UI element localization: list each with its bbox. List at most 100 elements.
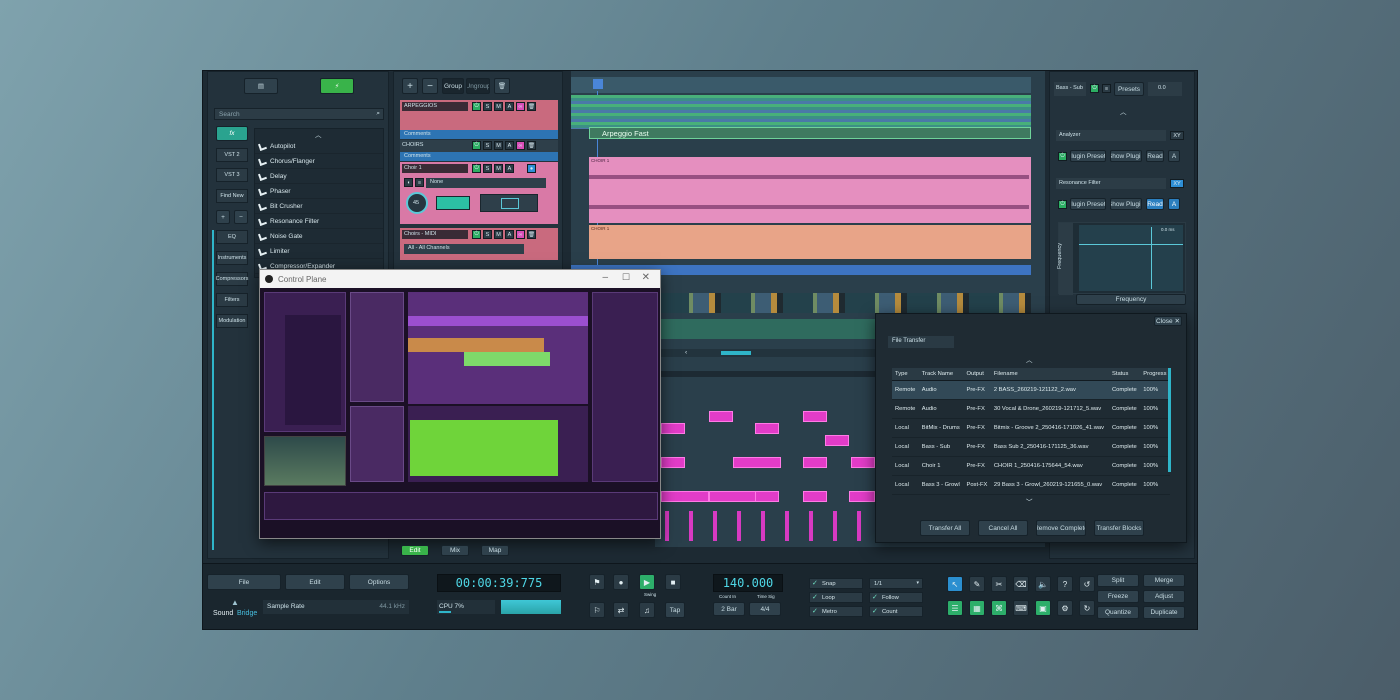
midi-note[interactable] [755, 491, 779, 502]
close-button[interactable]: Close ✕ [1154, 316, 1182, 326]
add-icon[interactable]: + [216, 210, 230, 224]
record-icon[interactable]: ● [613, 574, 629, 590]
menu-edit[interactable]: Edit [285, 574, 345, 590]
group-button[interactable]: Group [442, 78, 464, 94]
velocity-bar[interactable] [665, 511, 669, 541]
volume-knob[interactable]: 45 [406, 192, 428, 214]
power-icon[interactable]: ⏻ [1058, 152, 1067, 161]
remove-complete-button[interactable]: Remove Complete [1036, 520, 1086, 536]
delete-track-icon[interactable]: 🗑 [494, 78, 510, 94]
solo-button[interactable]: S [483, 141, 492, 150]
control-plane-titlebar[interactable]: Control Plane – ☐ ✕ [260, 270, 660, 288]
solo-button[interactable]: S [483, 230, 492, 239]
help-icon[interactable]: ? [1057, 576, 1073, 592]
mute-button[interactable]: M [494, 102, 503, 111]
midi-note[interactable] [709, 411, 733, 422]
plugin-presets-button[interactable]: Plugin Presets [1070, 150, 1106, 162]
read-button[interactable]: Read [1146, 198, 1164, 210]
side-eq[interactable]: EQ [216, 230, 248, 244]
speaker-icon[interactable]: 🔈 [1035, 576, 1051, 592]
mute-button[interactable]: M [494, 164, 503, 173]
follow-toggle[interactable]: Follow [869, 592, 923, 603]
col-filename[interactable]: Filename [990, 368, 1109, 381]
tap-button[interactable]: Tap [665, 602, 685, 618]
power-icon[interactable]: ⏻ [472, 141, 481, 150]
effect-item[interactable]: Autopilot [255, 139, 383, 154]
pencil-tool-icon[interactable]: ✎ [969, 576, 985, 592]
track-choir-1[interactable]: Choir 1 ⏻ S M A ● ◖ ≡ None 45 [400, 162, 558, 224]
undo-icon[interactable]: ↺ [1079, 576, 1095, 592]
velocity-bar[interactable] [761, 511, 765, 541]
track-choirs-midi[interactable]: Choirs - MIDI ⏻ S M A ∞ 🗑 All - All Chan… [400, 228, 558, 260]
add-track-button[interactable]: + [402, 78, 418, 94]
read-button[interactable]: Read [1146, 150, 1164, 162]
record-arm-icon[interactable]: ● [527, 164, 536, 173]
grid-view-icon[interactable]: ▦ [969, 600, 985, 616]
mute-button[interactable]: M [494, 230, 503, 239]
xy-handle[interactable] [1151, 227, 1152, 289]
chevron-up-icon[interactable]: ︿ [315, 129, 322, 139]
effect-item[interactable]: Phaser [255, 184, 383, 199]
col-status[interactable]: Status [1108, 368, 1141, 381]
table-row[interactable]: Local BitMix - Drums Pre-FX Bitmix - Groove… [892, 418, 1170, 438]
automation-button[interactable]: A [505, 164, 514, 173]
chevron-down-icon[interactable]: ﹀ [1026, 496, 1033, 506]
effect-item[interactable]: Bit Crusher [255, 199, 383, 214]
velocity-bar[interactable] [713, 511, 717, 541]
solo-button[interactable]: S [483, 102, 492, 111]
xy-button[interactable]: XY [1170, 179, 1184, 188]
midi-note[interactable] [755, 423, 779, 434]
menu-options[interactable]: Options [349, 574, 409, 590]
list-view-icon[interactable]: ☰ [947, 600, 963, 616]
sample-rate-field[interactable]: Sample Rate 44.1 kHz [263, 600, 409, 614]
node-view-icon[interactable]: ⌘ [991, 600, 1007, 616]
split-button[interactable]: Split [1097, 574, 1139, 587]
col-progress[interactable]: Progress [1140, 368, 1170, 381]
table-row[interactable]: Local Choir 1 Pre-FX CHOIR 1_250416-175644_… [892, 456, 1170, 476]
metro-toggle[interactable]: Metro [809, 606, 863, 617]
table-row[interactable]: Remote Audio Pre-FX 2 BASS_260219-121122_2.… [892, 380, 1170, 400]
track-name[interactable]: ARPEGGIOS [404, 103, 437, 109]
maximize-icon[interactable]: ☐ [622, 272, 630, 283]
track-select[interactable]: Bass - Sub [1054, 82, 1086, 96]
xy-pad[interactable]: Frequency 0.0 ms [1057, 222, 1186, 295]
keyboard-icon[interactable]: ⌨ [1013, 600, 1029, 616]
effect-item[interactable]: Noise Gate [255, 229, 383, 244]
count-toggle[interactable]: Count [869, 606, 923, 617]
track-name[interactable]: Choirs - MIDI [404, 231, 436, 237]
automation-button[interactable]: A [1168, 150, 1180, 162]
fx-tab[interactable]: fx [216, 126, 248, 141]
power-icon[interactable]: ⏻ [472, 164, 481, 173]
effect-item[interactable]: Chorus/Flanger [255, 154, 383, 169]
automation-button[interactable]: A [505, 230, 514, 239]
time-sig-select[interactable]: 4/4 [749, 602, 781, 616]
remove-icon[interactable]: − [234, 210, 248, 224]
chevron-left-icon[interactable]: ‹ [685, 349, 687, 356]
transfer-blocks-button[interactable]: Transfer Blocks [1094, 520, 1144, 536]
power-icon[interactable]: ⏻ [1090, 84, 1099, 93]
velocity-bar[interactable] [785, 511, 789, 541]
automation-button[interactable]: A [1168, 198, 1180, 210]
input-icon[interactable]: ◖ [404, 178, 413, 187]
tab-map[interactable]: Map [481, 545, 509, 556]
effect-item[interactable]: Limiter [255, 244, 383, 259]
chevron-up-icon[interactable]: ︿ [1120, 106, 1127, 116]
track-name[interactable]: CHOIRS [402, 142, 423, 148]
xy-button[interactable]: XY [1170, 131, 1184, 140]
midi-note[interactable] [733, 457, 781, 468]
side-vst2[interactable]: VST 2 [216, 148, 248, 162]
velocity-bar[interactable] [809, 511, 813, 541]
loop-toggle[interactable]: Loop [809, 592, 863, 603]
volume-readout[interactable]: 0.0 [1148, 82, 1182, 96]
delete-icon[interactable]: 🗑 [527, 102, 536, 111]
file-transfer-tab[interactable]: File Transfer [888, 336, 954, 348]
plugin-button[interactable]: ⚡ [320, 78, 354, 94]
side-filters[interactable]: Filters [216, 293, 248, 307]
punch-icon[interactable]: ⚐ [589, 602, 605, 618]
play-icon[interactable]: ▶ [639, 574, 655, 590]
midi-note[interactable] [661, 491, 709, 502]
col-output[interactable]: Output [963, 368, 991, 381]
side-modulation[interactable]: Modulation [216, 314, 248, 328]
table-scrollbar[interactable] [1168, 368, 1171, 472]
table-row[interactable]: Local Bass - Sub Pre-FX Bass Sub 2_250416-1… [892, 437, 1170, 457]
